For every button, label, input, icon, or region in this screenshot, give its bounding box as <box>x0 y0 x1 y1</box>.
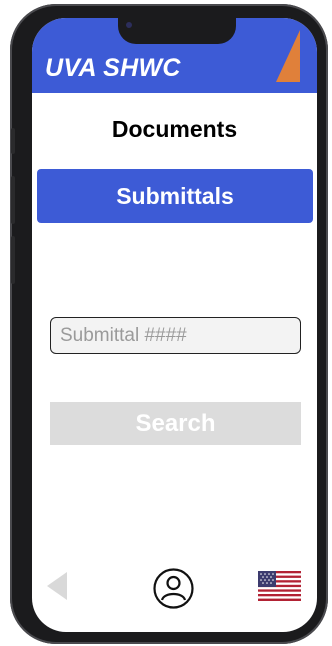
orange-triangle-logo-icon <box>276 30 300 82</box>
submittal-search-input[interactable] <box>50 317 301 354</box>
phone-volume-up-button <box>11 176 15 224</box>
submittals-button[interactable]: Submittals <box>37 169 313 223</box>
back-arrow-icon[interactable] <box>47 572 67 600</box>
phone-side-button <box>11 128 15 154</box>
phone-volume-down-button <box>11 236 15 284</box>
front-camera <box>126 22 132 28</box>
app-title: UVA SHWC <box>45 54 181 82</box>
user-profile-icon[interactable] <box>153 568 194 609</box>
phone-notch <box>118 18 236 44</box>
phone-screen: UVA SHWC Documents Submittals Search <box>32 18 317 632</box>
search-button[interactable]: Search <box>50 402 301 445</box>
page-title: Documents <box>111 116 238 142</box>
us-flag-icon[interactable] <box>258 571 301 601</box>
